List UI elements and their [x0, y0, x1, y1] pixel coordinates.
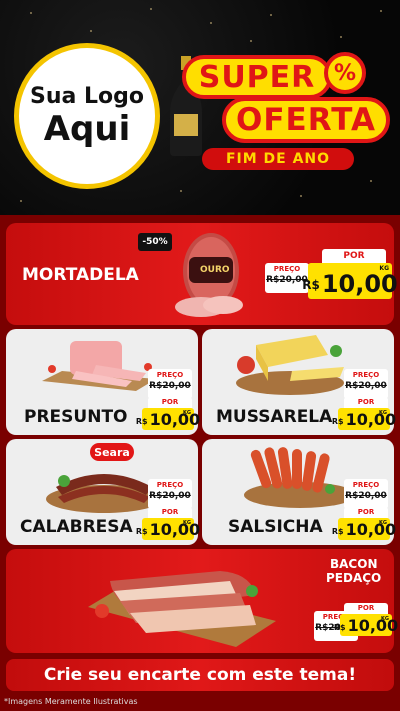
- currency: R$: [135, 527, 148, 536]
- brand-label: OURO: [200, 265, 230, 275]
- price-tag: R$ 10,00 KG: [332, 408, 396, 430]
- por-label: POR: [344, 397, 388, 408]
- price-tag: R$ 10,00 KG: [136, 518, 200, 540]
- price-value: 10,00: [149, 520, 201, 539]
- unit: KG: [379, 520, 387, 526]
- currency: R$: [331, 527, 344, 536]
- preco-label: PREÇO: [156, 371, 184, 379]
- disclaimer-note: *Imagens Meramente Ilustrativas: [4, 697, 138, 706]
- unit: KG: [379, 410, 387, 416]
- product-name: SALSICHA: [228, 517, 323, 537]
- unit: KG: [381, 616, 389, 622]
- price-tag: R$ 10,00 KG: [334, 614, 398, 636]
- preco-label: PREÇO: [352, 481, 380, 489]
- por-label: POR: [322, 249, 386, 263]
- store-logo-placeholder: Sua Logo Aqui: [14, 43, 160, 189]
- discount-badge: -50%: [138, 233, 172, 251]
- old-price-box: PREÇO R$20,00: [148, 479, 192, 509]
- currency: R$: [333, 623, 346, 632]
- cta-banner[interactable]: Crie seu encarte com este tema!: [6, 659, 394, 691]
- currency: R$: [135, 417, 148, 426]
- product-card-presunto[interactable]: PRESUNTO PREÇO R$20,00 POR R$ 10,00 KG: [6, 329, 200, 435]
- unit: KG: [379, 265, 389, 272]
- old-price: R$20,00: [345, 491, 387, 501]
- price-tag: R$ 10,00 KG: [332, 518, 396, 540]
- product-card-mussarela[interactable]: MUSSARELA PREÇO R$20,00 POR R$ 10,00 KG: [202, 329, 396, 435]
- unit: KG: [183, 520, 191, 526]
- unit: KG: [183, 410, 191, 416]
- super-badge: SUPER: [182, 55, 332, 99]
- percent-icon: %: [324, 52, 366, 94]
- oferta-badge: OFERTA: [222, 97, 390, 143]
- product-name: PRESUNTO: [24, 407, 128, 427]
- currency: R$: [302, 278, 320, 292]
- fim-de-ano-badge: FIM DE ANO: [202, 148, 354, 170]
- price-value: 10,00: [321, 270, 398, 298]
- old-price: R$20,00: [345, 381, 387, 391]
- price-tag: R$ 10,00 KG: [136, 408, 200, 430]
- calabresa-image: [46, 474, 162, 513]
- price-value: 10,00: [345, 520, 397, 539]
- por-label: POR: [148, 507, 192, 518]
- currency: R$: [331, 417, 344, 426]
- logo-line-1: Sua Logo: [29, 84, 144, 109]
- price-tag: R$ 10,00 KG: [302, 263, 398, 299]
- preco-label: PREÇO: [352, 371, 380, 379]
- product-name: CALABRESA: [20, 517, 133, 537]
- product-name: MUSSARELA: [216, 407, 333, 427]
- product-name-line-1: BACON: [330, 557, 378, 571]
- por-label: POR: [344, 603, 388, 614]
- price-value: 10,00: [347, 616, 399, 635]
- old-price: R$20,00: [149, 491, 191, 501]
- por-label: POR: [148, 397, 192, 408]
- presunto-image: [42, 341, 156, 391]
- price-value: 10,00: [345, 410, 397, 429]
- salsicha-image: [244, 447, 356, 508]
- bacon-image: [88, 571, 276, 647]
- old-price-box: PREÇO R$20,00: [148, 369, 192, 399]
- por-label: POR: [344, 507, 388, 518]
- product-card-calabresa[interactable]: Seara CALABRESA PREÇO R$20,00 POR R$ 10,…: [6, 439, 200, 545]
- featured-card-mortadela[interactable]: MORTADELA -50% OURO PREÇO R$20,00 POR R$…: [6, 223, 398, 325]
- old-price: R$20,00: [149, 381, 191, 391]
- product-card-bacon[interactable]: BACON PEDAÇO PREÇO R$20,00 POR R$ 10,00 …: [6, 549, 398, 653]
- price-value: 10,00: [149, 410, 201, 429]
- preco-label: PREÇO: [273, 265, 301, 273]
- old-price-box: PREÇO R$20,00: [344, 479, 388, 509]
- product-card-salsicha[interactable]: SALSICHA PREÇO R$20,00 POR R$ 10,00 KG: [202, 439, 396, 545]
- product-name: MORTADELA: [22, 265, 139, 285]
- preco-label: PREÇO: [156, 481, 184, 489]
- mussarela-image: [236, 335, 344, 395]
- product-name-line-2: PEDAÇO: [326, 571, 382, 585]
- header-banner: Sua Logo Aqui SUPER % OFERTA FIM DE ANO: [0, 0, 400, 215]
- logo-line-2: Aqui: [43, 109, 131, 149]
- old-price-box: PREÇO R$20,00: [344, 369, 388, 399]
